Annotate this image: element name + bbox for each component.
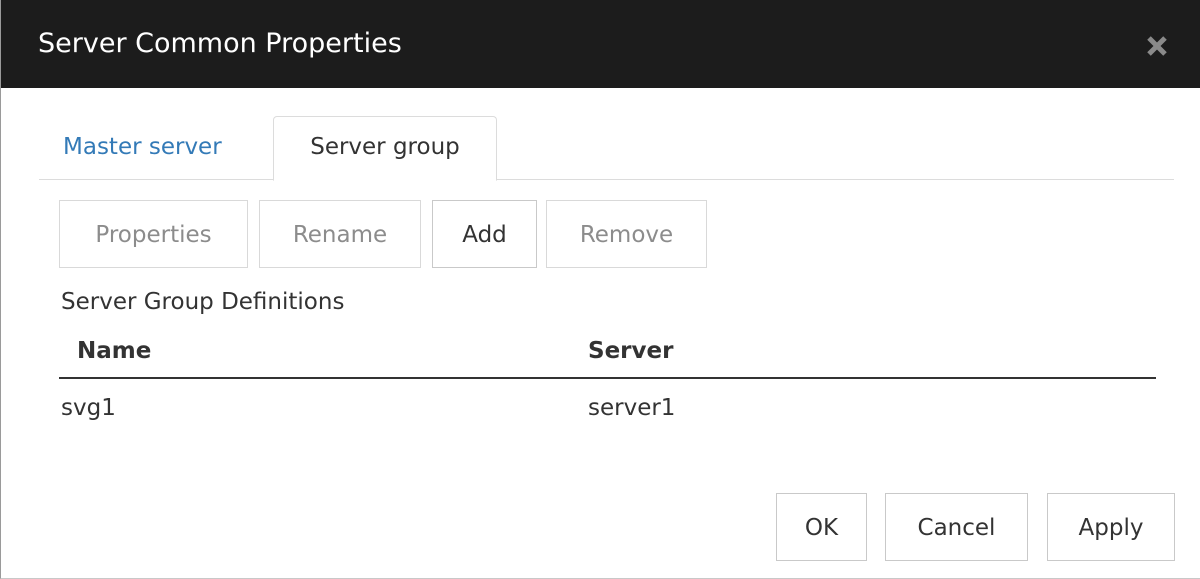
tab-server-group[interactable]: Server group bbox=[273, 116, 497, 181]
dialog-title: Server Common Properties bbox=[38, 28, 402, 59]
ok-button[interactable]: OK bbox=[776, 493, 867, 561]
server-group-definitions-label: Server Group Definitions bbox=[61, 289, 345, 315]
row-server-cell: server1 bbox=[588, 395, 676, 421]
properties-button[interactable]: Properties bbox=[59, 200, 248, 268]
table-header-divider bbox=[59, 377, 1156, 379]
remove-button[interactable]: Remove bbox=[546, 200, 707, 268]
column-header-name: Name bbox=[77, 338, 152, 364]
rename-button[interactable]: Rename bbox=[259, 200, 421, 268]
column-header-server: Server bbox=[588, 338, 674, 364]
tab-master-server[interactable]: Master server bbox=[41, 118, 244, 179]
cancel-button[interactable]: Cancel bbox=[885, 493, 1028, 561]
tabs-divider bbox=[39, 179, 1174, 180]
add-button[interactable]: Add bbox=[432, 200, 537, 268]
dialog-titlebar: Server Common Properties bbox=[1, 0, 1200, 88]
close-icon[interactable] bbox=[1137, 26, 1177, 66]
row-name-cell: svg1 bbox=[61, 395, 116, 421]
server-common-properties-dialog: Server Common Properties Master server S… bbox=[0, 0, 1200, 579]
apply-button[interactable]: Apply bbox=[1047, 493, 1175, 561]
